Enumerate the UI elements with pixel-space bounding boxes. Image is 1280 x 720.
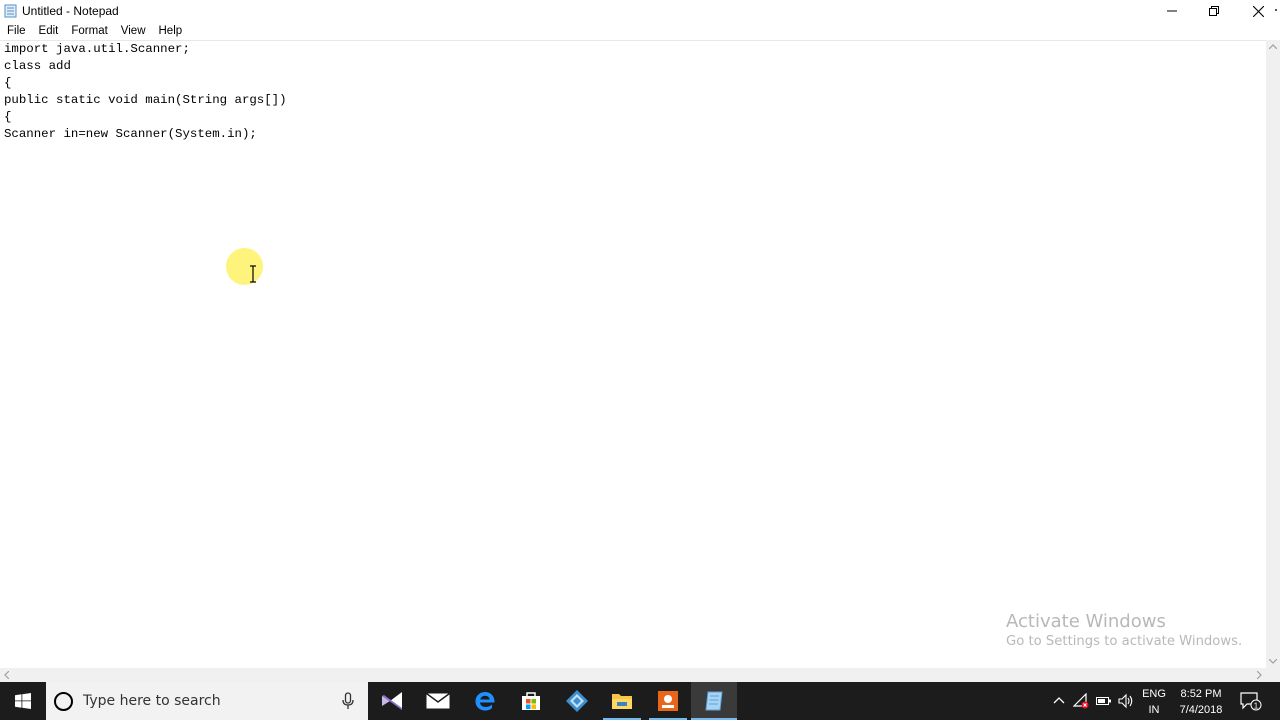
- text-editor[interactable]: import java.util.Scanner; class add { publi…: [0, 40, 1266, 668]
- watermark-subtitle: Go to Settings to activate Windows.: [1006, 634, 1243, 649]
- chevron-up-icon[interactable]: [1053, 696, 1065, 704]
- windows-logo-icon: [15, 693, 31, 709]
- taskbar-search-box[interactable]: Type here to search: [46, 682, 368, 720]
- editor-text[interactable]: import java.util.Scanner; class add { publi…: [4, 41, 287, 142]
- menu-file[interactable]: File: [0, 22, 32, 40]
- corner-dot: [1275, 9, 1277, 11]
- notepad-app-icon: [4, 4, 17, 18]
- action-center-icon[interactable]: 1: [1240, 691, 1262, 711]
- taskbar: Type here to search ENG IN 8:52 PM 7/4/2…: [0, 682, 1280, 720]
- code-line: class add: [4, 58, 71, 73]
- menu-help[interactable]: Help: [152, 22, 189, 40]
- notepad-icon: [705, 691, 723, 711]
- menu-view[interactable]: View: [114, 22, 152, 40]
- clock-time: 8:52 PM: [1180, 688, 1222, 700]
- close-button[interactable]: [1236, 0, 1280, 22]
- size-grip[interactable]: [1266, 668, 1280, 682]
- mail-icon: [426, 693, 450, 709]
- code-line: {: [4, 109, 12, 124]
- restore-icon: [1209, 6, 1219, 16]
- battery-icon[interactable]: [1096, 695, 1112, 707]
- language-code: ENG: [1142, 688, 1166, 700]
- notepad-taskbar-button[interactable]: [691, 682, 737, 720]
- horizontal-scrollbar[interactable]: [0, 668, 1266, 682]
- file-explorer-taskbar-button[interactable]: [599, 682, 645, 720]
- text-cursor-icon: [250, 265, 256, 283]
- window-title: Untitled - Notepad: [22, 4, 119, 18]
- code-line: public static void main(String args[]): [4, 92, 287, 107]
- scroll-up-arrow-icon[interactable]: [1269, 44, 1277, 49]
- store-taskbar-button[interactable]: [508, 682, 554, 720]
- menu-edit[interactable]: Edit: [32, 22, 65, 40]
- input-language-indicator[interactable]: ENG IN: [1141, 686, 1167, 718]
- visual-studio-taskbar-button[interactable]: [369, 682, 415, 720]
- store-icon: [522, 692, 540, 710]
- title-bar[interactable]: Untitled - Notepad: [0, 0, 1280, 22]
- system-clock[interactable]: 8:52 PM 7/4/2018: [1174, 686, 1228, 718]
- region-code: IN: [1148, 704, 1160, 716]
- minimize-icon: [1167, 10, 1177, 12]
- tool-icon: [566, 690, 588, 712]
- minimize-button[interactable]: [1150, 0, 1194, 22]
- edge-taskbar-button[interactable]: [462, 682, 508, 720]
- scroll-down-arrow-icon[interactable]: [1269, 659, 1277, 664]
- app-orange-icon: [658, 691, 678, 711]
- close-icon: [1252, 5, 1264, 17]
- visual-studio-icon: [382, 692, 402, 710]
- code-line: import java.util.Scanner;: [4, 42, 190, 56]
- notification-count: 1: [1254, 702, 1259, 711]
- vertical-scrollbar[interactable]: [1266, 40, 1280, 668]
- code-line: Scanner in=new Scanner(System.in);: [4, 126, 257, 141]
- menu-format[interactable]: Format: [64, 22, 113, 40]
- scroll-right-arrow-icon[interactable]: [1257, 671, 1262, 679]
- activation-watermark: Activate Windows Go to Settings to activ…: [1006, 611, 1242, 649]
- tool-taskbar-button[interactable]: [554, 682, 600, 720]
- edge-icon: [475, 692, 495, 711]
- search-placeholder: Type here to search: [83, 693, 221, 709]
- volume-icon[interactable]: [1118, 693, 1134, 709]
- menu-bar: File Edit Format View Help: [0, 22, 1280, 40]
- start-button[interactable]: [0, 682, 46, 720]
- restore-button[interactable]: [1192, 0, 1236, 22]
- mail-taskbar-button[interactable]: [415, 682, 461, 720]
- microphone-icon[interactable]: [342, 692, 354, 710]
- file-explorer-icon: [612, 694, 632, 709]
- code-line: {: [4, 75, 12, 90]
- orange-app-taskbar-button[interactable]: [645, 682, 691, 720]
- scroll-left-arrow-icon[interactable]: [4, 671, 9, 679]
- clock-date: 7/4/2018: [1179, 704, 1223, 716]
- watermark-title: Activate Windows: [1006, 611, 1166, 632]
- network-error-icon[interactable]: [1073, 693, 1089, 709]
- cortana-icon: [54, 692, 73, 711]
